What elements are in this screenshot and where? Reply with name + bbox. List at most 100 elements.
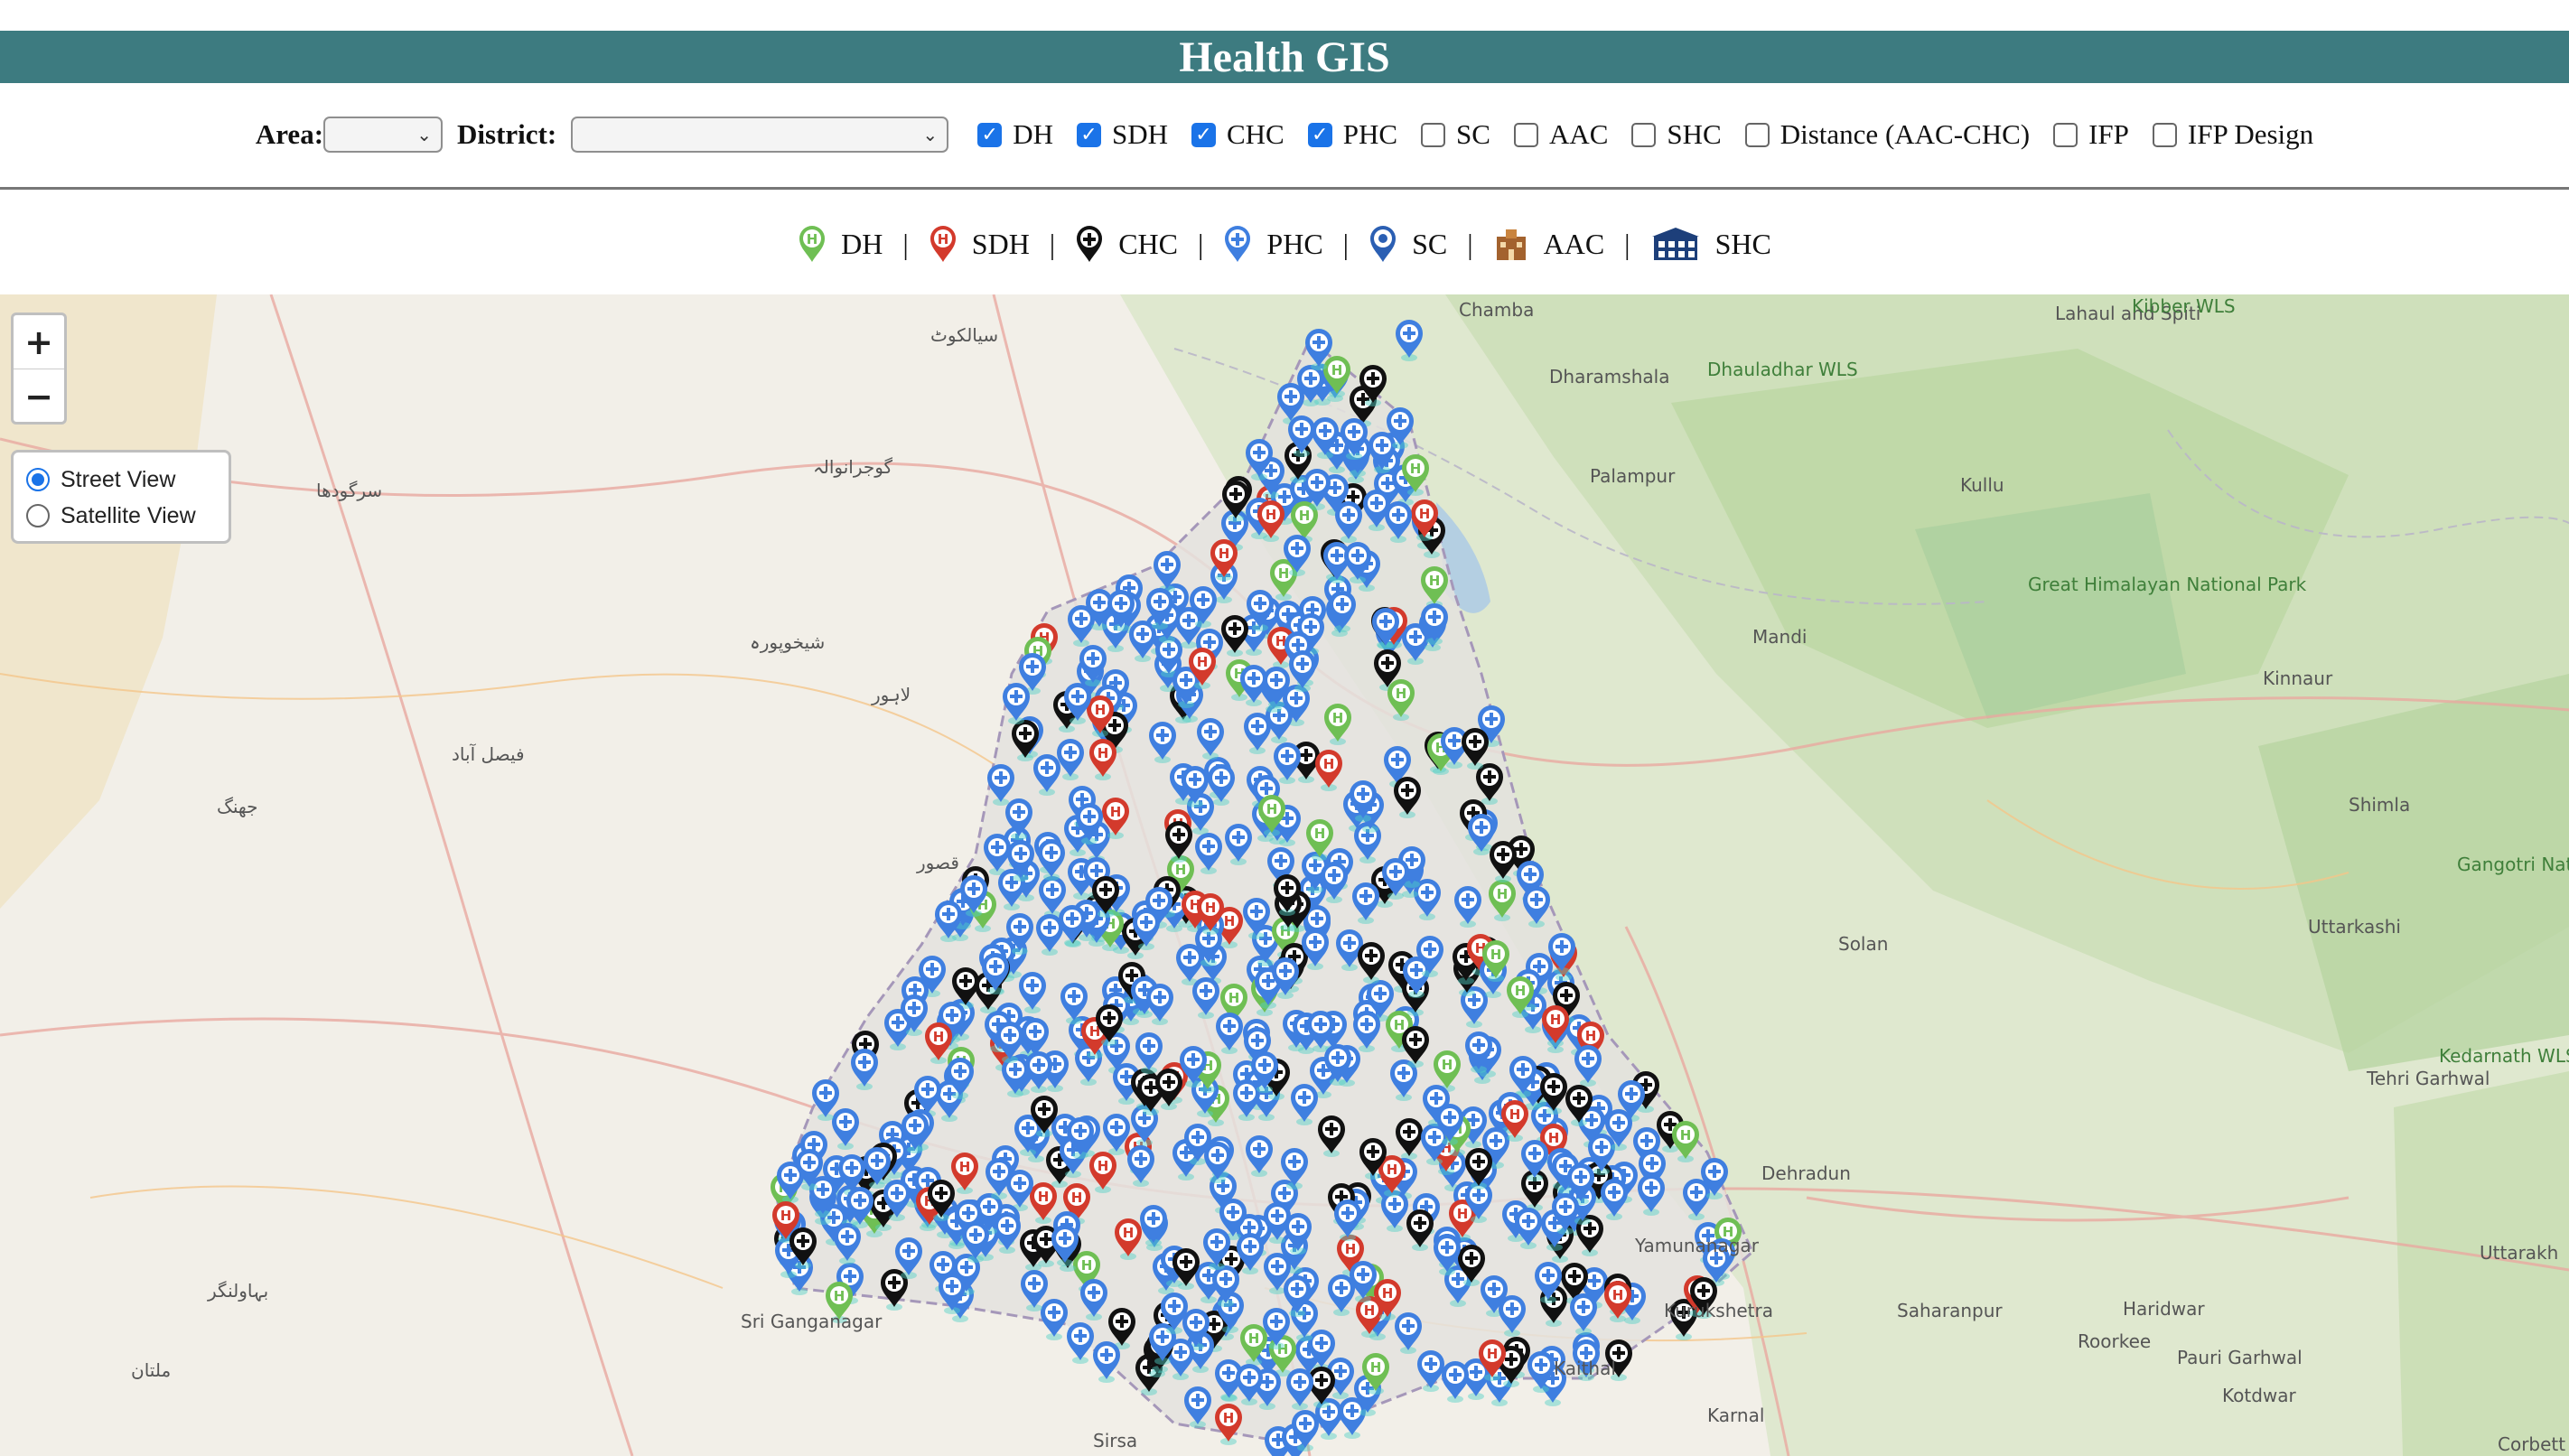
place-label: Saharanpur: [1897, 1300, 2003, 1321]
layer-checkbox-label: DH: [1013, 118, 1053, 150]
legend-separator: |: [1049, 227, 1056, 260]
svg-text:H: H: [1266, 507, 1277, 523]
svg-text:H: H: [1509, 1106, 1521, 1123]
place-label: Uttarkashi: [2308, 916, 2401, 938]
legend-separator: |: [902, 227, 909, 260]
place-label: Sirsa: [1093, 1430, 1137, 1451]
map-tiles: H H H H H H H H H H H H H H H H H H H H H H H H H H H H H H H H H H H H H H H H…: [0, 294, 2569, 1456]
view-option-street-view[interactable]: Street View: [26, 462, 216, 498]
place-label: سرگودھا: [316, 480, 382, 501]
aac-building-icon: [1493, 226, 1529, 262]
legend-item-phc: PHC: [1223, 224, 1323, 264]
radio-unselected[interactable]: [26, 504, 50, 527]
place-label: Tehri Garhwal: [2366, 1068, 2490, 1089]
place-label: Yamunanagar: [1634, 1235, 1760, 1256]
svg-text:H: H: [1038, 1189, 1050, 1205]
layer-checkbox-chc[interactable]: ✓ CHC: [1191, 118, 1284, 151]
legend-separator: |: [1624, 227, 1630, 260]
sdh-marker-icon: H: [929, 224, 958, 264]
place-label: Chamba: [1459, 299, 1534, 321]
layer-checkbox-ifp-design[interactable]: IFP Design: [2152, 118, 2314, 151]
svg-text:H: H: [1098, 745, 1109, 761]
filter-toolbar: Area: ⌄ District: ⌄ ✓ DH ✓ SDH ✓ CHC ✓ PHC SC AAC…: [0, 83, 2569, 186]
shc-building-icon: [1650, 226, 1701, 262]
area-select[interactable]: ⌄: [323, 117, 444, 153]
legend-label: CHC: [1118, 227, 1178, 260]
place-label: Kullu: [1960, 474, 2004, 496]
place-label: Great Himalayan National Park: [2028, 574, 2307, 595]
place-label: Kinnaur: [2263, 667, 2333, 689]
layer-checkbox-label: CHC: [1226, 118, 1284, 150]
chevron-down-icon: ⌄: [922, 124, 939, 145]
svg-text:H: H: [1095, 702, 1107, 718]
svg-text:H: H: [1387, 1162, 1398, 1178]
legend-separator: |: [1342, 227, 1350, 260]
checkbox-unchecked[interactable]: [2053, 122, 2079, 147]
layer-checkbox-label: IFP Design: [2187, 118, 2314, 150]
legend-item-sdh: H SDH: [929, 224, 1030, 264]
layer-checkbox-dh[interactable]: ✓ DH: [977, 118, 1053, 151]
svg-text:H: H: [1224, 913, 1236, 929]
svg-text:H: H: [1382, 1285, 1394, 1302]
svg-text:H: H: [1419, 506, 1431, 522]
phc-marker-icon: [1223, 224, 1252, 264]
zoom-out-button[interactable]: −: [14, 369, 64, 423]
checkbox-unchecked[interactable]: [1744, 122, 1770, 147]
place-label: Kotdwar: [2222, 1385, 2297, 1406]
place-label: Dhauladhar WLS: [1707, 359, 1858, 380]
svg-text:H: H: [1345, 1241, 1357, 1257]
svg-text:H: H: [1314, 826, 1326, 842]
place-label: Kedarnath WLS: [2439, 1045, 2569, 1067]
layer-checkbox-label: IFP: [2088, 118, 2129, 150]
layer-checkboxes: ✓ DH ✓ SDH ✓ CHC ✓ PHC SC AAC SHC Distance (AAC-CHC…: [954, 118, 2313, 151]
legend-label: SC: [1412, 227, 1448, 260]
svg-text:H: H: [1299, 508, 1311, 524]
place-label: Haridwar: [2123, 1298, 2205, 1320]
svg-text:H: H: [1364, 1302, 1376, 1319]
checkbox-unchecked[interactable]: [1421, 122, 1446, 147]
place-label: گوجرانوالہ: [813, 456, 893, 478]
layer-checkbox-aac[interactable]: AAC: [1513, 118, 1609, 151]
layer-checkbox-phc[interactable]: ✓ PHC: [1307, 118, 1398, 151]
checkbox-unchecked[interactable]: [1631, 122, 1657, 147]
view-option-label: Street View: [61, 466, 176, 492]
place-label: شیخوپورہ: [750, 631, 825, 654]
legend-separator: |: [1467, 227, 1473, 260]
layer-checkbox-ifp[interactable]: IFP: [2053, 118, 2129, 151]
layer-checkbox-sdh[interactable]: ✓ SDH: [1076, 118, 1168, 151]
checkbox-unchecked[interactable]: [1513, 122, 1538, 147]
checkbox-checked[interactable]: ✓: [1191, 122, 1216, 147]
svg-text:H: H: [1429, 573, 1441, 589]
view-option-satellite-view[interactable]: Satellite View: [26, 498, 216, 534]
svg-text:H: H: [1205, 900, 1217, 916]
sc-marker-icon: [1369, 224, 1397, 264]
checkbox-unchecked[interactable]: [2152, 122, 2177, 147]
legend-label: AAC: [1543, 227, 1605, 260]
basemap-switcher: Street View Satellite View: [11, 450, 231, 544]
svg-text:H: H: [1278, 565, 1290, 582]
place-label: ملتان: [131, 1359, 171, 1381]
layer-checkbox-label: Distance (AAC-CHC): [1780, 118, 2031, 150]
zoom-in-button[interactable]: +: [14, 315, 64, 369]
place-label: جھنگ: [217, 796, 258, 817]
layer-checkbox-shc[interactable]: SHC: [1631, 118, 1722, 151]
svg-text:H: H: [1323, 756, 1335, 772]
layer-checkbox-sc[interactable]: SC: [1421, 118, 1490, 151]
map-canvas[interactable]: H H H H H H H H H H H H H H H H H H H H H H H H H H H H H H H H H H H H H H H H…: [0, 294, 2569, 1456]
area-label: Area:: [255, 118, 324, 150]
layer-checkbox-distance-aac-chc[interactable]: Distance (AAC-CHC): [1744, 118, 2031, 151]
svg-text:H: H: [1548, 1130, 1560, 1146]
place-label: Shimla: [2349, 794, 2410, 816]
layer-checkbox-label: PHC: [1342, 118, 1398, 150]
legend-item-chc: CHC: [1075, 224, 1178, 264]
svg-text:H: H: [1490, 947, 1502, 963]
svg-text:H: H: [1223, 1410, 1235, 1426]
radio-selected[interactable]: [26, 468, 50, 491]
map-legend: H DH | H SDH | CHC | PHC | SC | AAC | SHC: [0, 208, 2569, 280]
checkbox-checked[interactable]: ✓: [1307, 122, 1332, 147]
layer-checkbox-label: AAC: [1548, 118, 1609, 150]
checkbox-checked[interactable]: ✓: [1076, 122, 1101, 147]
svg-text:H: H: [1219, 546, 1230, 562]
checkbox-checked[interactable]: ✓: [977, 122, 1003, 147]
district-select[interactable]: ⌄: [571, 117, 949, 153]
